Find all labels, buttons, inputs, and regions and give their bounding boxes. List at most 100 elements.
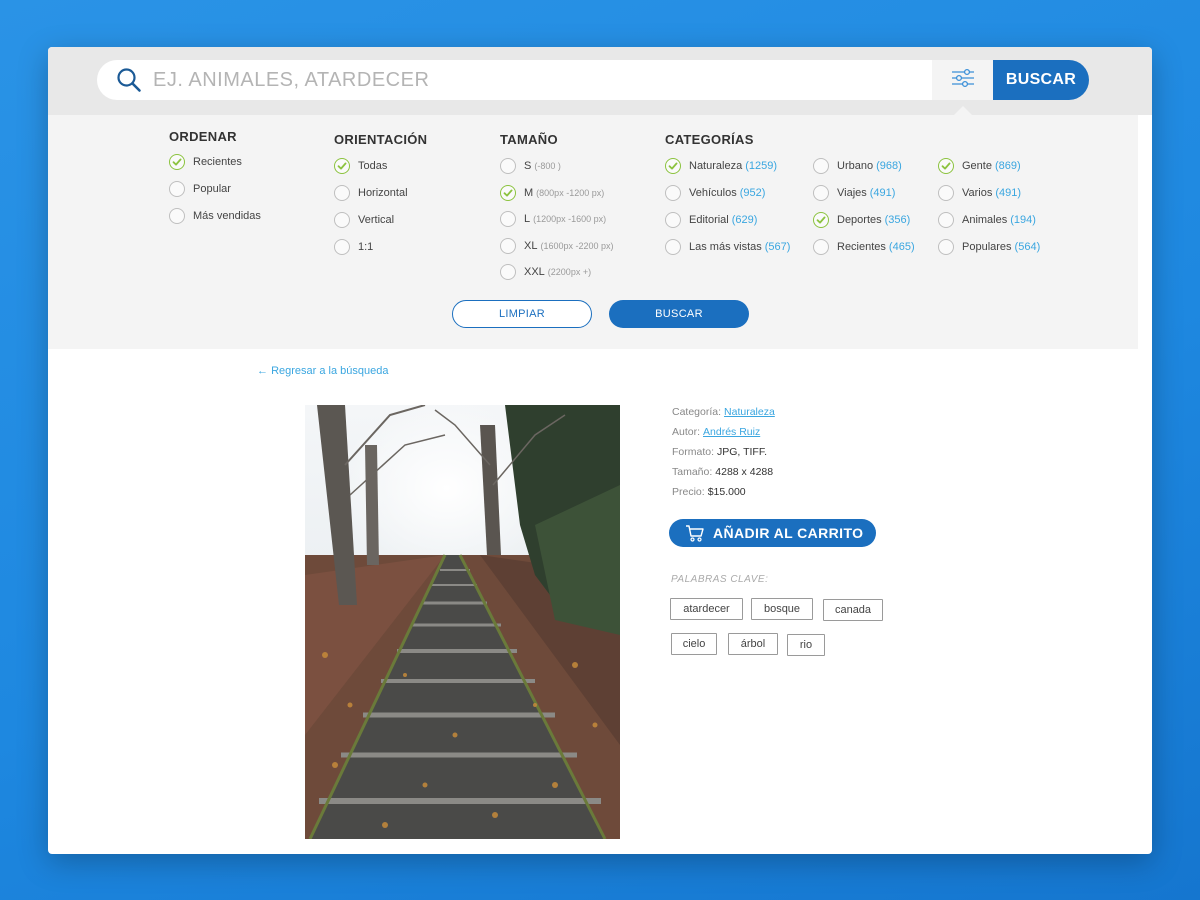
meta-format: Formato: JPG, TIFF. [672,442,775,462]
filter-option-categorias[interactable]: Populares (564) [938,238,1040,256]
filter-option-tamano[interactable]: XL (1600px -2200 px) [500,237,614,255]
filter-option-categorias[interactable]: Recientes (465) [813,238,915,256]
filter-option-orientacion[interactable]: 1:1 [334,238,373,256]
filter-option-tamano[interactable]: XXL (2200px +) [500,263,591,281]
filter-option-count: (194) [1010,214,1036,226]
filter-option-ordenar[interactable]: Más vendidas [169,207,261,225]
radio-unchecked-icon[interactable] [665,185,681,201]
radio-checked-icon[interactable] [500,184,516,201]
filter-option-label: M [524,186,534,199]
filter-option-count: (1259) [745,160,777,172]
filter-option-categorias[interactable]: Animales (194) [938,211,1036,229]
filter-option-label: Populares [962,241,1012,253]
radio-unchecked-icon[interactable] [334,239,350,255]
keyword-tag[interactable]: cielo [671,633,717,655]
filter-option-label: Todas [358,160,388,172]
keyword-tag[interactable]: atardecer [670,598,743,620]
meta-size-value: 4288 x 4288 [715,466,774,478]
filter-option-label: Varios [962,187,993,199]
filter-option-ordenar[interactable]: Recientes [169,153,242,171]
filter-option-label: Horizontal [358,187,408,199]
meta-size-label: Tamaño: [672,466,713,478]
radio-unchecked-icon[interactable] [169,208,185,224]
filter-option-categorias[interactable]: Editorial (629) [665,211,757,229]
radio-unchecked-icon[interactable] [938,239,954,255]
radio-unchecked-icon[interactable] [500,158,516,174]
filter-option-count: (465) [888,241,915,253]
meta-price-label: Precio: [672,486,705,498]
apply-search-button[interactable]: BUSCAR [609,300,749,328]
filter-option-label: Gente [962,160,992,172]
ordenar-title: ORDENAR [169,129,237,144]
search-input[interactable] [153,60,973,100]
radio-unchecked-icon[interactable] [334,185,350,201]
radio-unchecked-icon[interactable] [500,264,516,280]
filter-option-categorias[interactable]: Deportes (356) [813,211,910,229]
radio-unchecked-icon[interactable] [813,185,829,201]
back-to-search-link[interactable]: ← Regresar a la búsqueda [257,365,388,377]
radio-unchecked-icon[interactable] [665,212,681,228]
filter-option-categorias[interactable]: Naturaleza (1259) [665,157,777,175]
filter-option-tamano[interactable]: M (800px -1200 px) [500,184,604,202]
radio-unchecked-icon[interactable] [334,212,350,228]
filter-option-size-range: (800px -1200 px) [536,187,605,198]
filter-option-count: (491) [869,187,896,199]
keyword-tag[interactable]: rio [787,634,825,656]
filter-option-label: Viajes [837,187,867,199]
filter-option-orientacion[interactable]: Horizontal [334,184,408,202]
filter-option-label: XL [524,239,538,252]
author-link[interactable]: Andrés Ruiz [703,426,760,438]
radio-unchecked-icon[interactable] [665,239,681,255]
filter-option-categorias[interactable]: Viajes (491) [813,184,895,202]
category-link[interactable]: Naturaleza [724,406,775,418]
filter-option-label: Las más vistas [689,241,762,253]
add-to-cart-button[interactable]: AÑADIR AL CARRITO [669,519,876,547]
filter-option-categorias[interactable]: Varios (491) [938,184,1021,202]
filter-option-orientacion[interactable]: Vertical [334,211,394,229]
keyword-tag[interactable]: árbol [728,633,778,655]
radio-checked-icon[interactable] [334,158,350,174]
radio-unchecked-icon[interactable] [938,185,954,201]
filter-option-label: Recientes [837,241,886,253]
filter-option-count: (968) [876,160,902,172]
filter-option-tamano[interactable]: S (-800 ) [500,157,561,175]
meta-price: Precio: $15.000 [672,482,775,502]
categorias-title: CATEGORÍAS [665,132,754,147]
radio-checked-icon[interactable] [938,158,954,174]
filter-option-count: (491) [995,187,1022,199]
filter-panel: ORDENAR ORIENTACIÓN TAMAÑO CATEGORÍAS Re… [48,115,1138,349]
filter-option-tamano[interactable]: L (1200px -1600 px) [500,210,606,228]
radio-unchecked-icon[interactable] [938,212,954,228]
radio-unchecked-icon[interactable] [813,158,829,174]
radio-unchecked-icon[interactable] [500,237,516,254]
search-icon [116,67,142,93]
keyword-tag[interactable]: canada [823,599,883,621]
cart-icon [685,524,705,542]
filters-toggle-button[interactable] [932,60,994,100]
filter-option-label: Urbano [837,160,874,172]
filter-option-size-range: (1200px -1600 px) [533,214,607,224]
filter-option-categorias[interactable]: Urbano (968) [813,157,902,175]
radio-unchecked-icon[interactable] [169,181,185,197]
filter-option-ordenar[interactable]: Popular [169,180,231,198]
meta-author-label: Autor: [672,426,701,438]
filter-option-categorias[interactable]: Vehículos (952) [665,184,765,202]
filter-option-size-range: (1600px -2200 px) [540,240,614,251]
filter-option-count: (564) [1014,241,1041,253]
filter-option-orientacion[interactable]: Todas [334,157,387,175]
radio-unchecked-icon[interactable] [813,239,829,255]
radio-checked-icon[interactable] [169,154,185,170]
keyword-tag[interactable]: bosque [751,598,813,620]
radio-checked-icon[interactable] [665,158,681,174]
filter-option-size-range: (-800 ) [534,161,561,171]
meta-category: Categoría: Naturaleza [672,402,775,422]
clear-button[interactable]: LIMPIAR [452,300,592,328]
filter-option-label: Popular [193,183,231,195]
radio-checked-icon[interactable] [813,212,829,228]
filter-option-count: (952) [739,187,766,199]
search-button[interactable]: BUSCAR [993,60,1089,100]
filter-option-categorias[interactable]: Gente (869) [938,157,1021,175]
filter-option-categorias[interactable]: Las más vistas (567) [665,238,790,256]
radio-unchecked-icon[interactable] [500,211,516,227]
filter-option-label: Naturaleza [689,160,743,172]
